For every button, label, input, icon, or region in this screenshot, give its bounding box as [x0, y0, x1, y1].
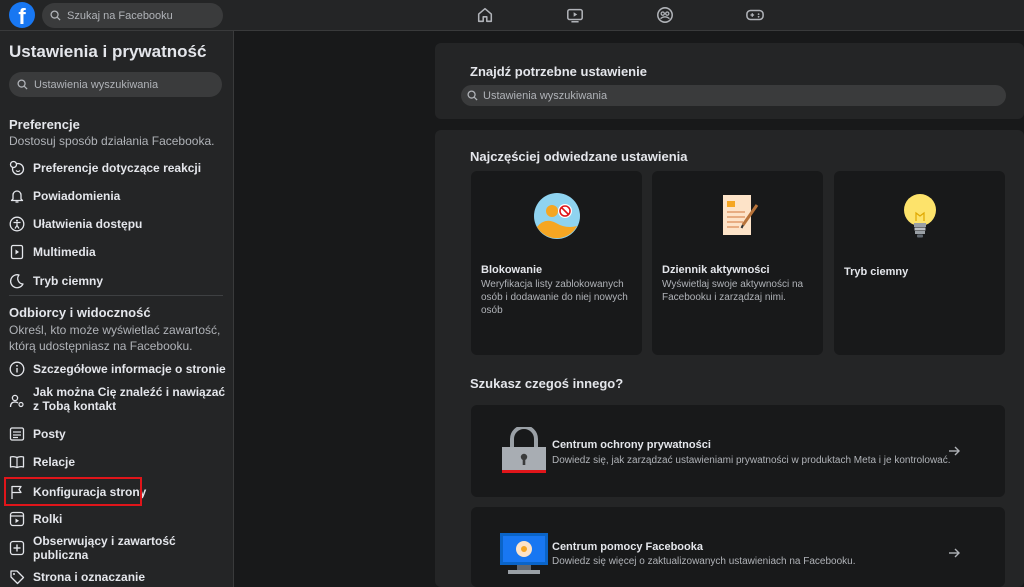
- sidebar-item-followers[interactable]: Obserwujący i zawartość publiczna: [5, 534, 227, 562]
- help-monitor-icon: [498, 531, 550, 579]
- top-search-input[interactable]: [67, 9, 207, 22]
- sidebar-item-reels[interactable]: Rolki: [5, 509, 227, 529]
- tag-icon: [9, 569, 25, 585]
- row-description: Dowiedz się, jak zarządzać ustawieniami …: [552, 455, 951, 466]
- accessibility-icon: [9, 216, 25, 232]
- search-icon: [467, 90, 478, 101]
- tile-title: Tryb ciemny: [844, 266, 909, 278]
- help-center-row[interactable]: Centrum pomocy Facebooka Dowiedz się wię…: [471, 507, 1005, 587]
- sidebar-item-page-info[interactable]: Szczegółowe informacje o stronie: [5, 359, 227, 379]
- top-bar: f: [0, 0, 1024, 31]
- audience-description: Określ, kto może wyświetlać zawartość, k…: [9, 323, 221, 353]
- followers-icon: [9, 540, 25, 556]
- sidebar-item-label: Strona i oznaczanie: [33, 570, 146, 584]
- moon-icon: [9, 273, 25, 289]
- main-search-input[interactable]: [483, 89, 983, 102]
- main-search-box[interactable]: [461, 85, 1006, 106]
- find-contact-icon: [9, 393, 25, 409]
- video-icon[interactable]: [563, 4, 587, 26]
- sidebar-title: Ustawienia i prywatność: [9, 42, 207, 61]
- sidebar-item-label: Preferencje dotyczące reakcji: [33, 161, 202, 175]
- sidebar-item-label: Ułatwienia dostępu: [33, 217, 143, 231]
- sidebar-item-tagging[interactable]: Strona i oznaczanie: [5, 567, 227, 587]
- tile-dark-mode[interactable]: Tryb ciemny: [834, 171, 1005, 355]
- arrow-right-icon[interactable]: [947, 546, 961, 560]
- tile-description: Wyświetlaj swoje aktywności na Facebooku…: [662, 279, 804, 303]
- search-icon: [50, 10, 61, 21]
- posts-icon: [9, 426, 25, 442]
- arrow-right-icon[interactable]: [947, 444, 961, 458]
- privacy-center-row[interactable]: Centrum ochrony prywatności Dowiedz się,…: [471, 405, 1005, 497]
- sidebar-item-notifications[interactable]: Powiadomienia: [5, 186, 227, 206]
- reels-icon: [9, 511, 25, 527]
- stories-icon: [9, 454, 25, 470]
- row-title: Centrum ochrony prywatności: [552, 439, 711, 451]
- sidebar-search-input[interactable]: [34, 78, 214, 91]
- tile-title: Blokowanie: [481, 264, 543, 276]
- padlock-icon: [498, 425, 550, 475]
- find-setting-title: Znajdź potrzebne ustawienie: [470, 64, 647, 79]
- sidebar-item-label: Szczegółowe informacje o stronie: [33, 362, 226, 376]
- settings-sidebar: Ustawienia i prywatność Preferencje Dost…: [0, 31, 234, 587]
- sidebar-item-find-contact[interactable]: Jak można Cię znaleźć i nawiązać z Tobą …: [5, 385, 227, 417]
- sidebar-item-accessibility[interactable]: Ułatwienia dostępu: [5, 214, 227, 234]
- activity-log-icon: [713, 191, 763, 241]
- sidebar-item-stories[interactable]: Relacje: [5, 452, 227, 472]
- preferences-description: Dostosuj sposób działania Facebooka.: [9, 134, 215, 148]
- top-search-box[interactable]: [42, 3, 223, 28]
- find-setting-card: Znajdź potrzebne ustawienie: [435, 43, 1024, 119]
- sidebar-item-dark-mode[interactable]: Tryb ciemny: [5, 271, 227, 291]
- facebook-logo[interactable]: f: [9, 2, 35, 28]
- media-icon: [9, 244, 25, 260]
- sidebar-item-media[interactable]: Multimedia: [5, 242, 227, 262]
- tile-description: Weryfikacja listy zablokowanych osób i d…: [481, 279, 628, 316]
- sidebar-item-label: Relacje: [33, 455, 76, 469]
- search-icon: [17, 79, 28, 90]
- audience-heading: Odbiorcy i widoczność: [9, 305, 151, 320]
- row-title: Centrum pomocy Facebooka: [552, 541, 703, 553]
- frequent-settings-title: Najczęściej odwiedzane ustawienia: [470, 149, 688, 164]
- sidebar-item-label: Jak można Cię znaleźć i nawiązać z Tobą …: [33, 385, 226, 413]
- info-icon: [9, 361, 25, 377]
- tile-title: Dziennik aktywności: [662, 264, 770, 276]
- sidebar-item-reactions[interactable]: Preferencje dotyczące reakcji: [5, 158, 227, 178]
- looking-for-title: Szukasz czegoś innego?: [470, 376, 624, 391]
- sidebar-divider: [9, 295, 223, 296]
- lightbulb-icon: [895, 191, 945, 241]
- sidebar-item-posts[interactable]: Posty: [5, 424, 227, 444]
- sidebar-item-label: Multimedia: [33, 245, 96, 259]
- reactions-icon: [9, 160, 25, 176]
- sidebar-search-box[interactable]: [9, 72, 222, 97]
- highlight-box: [4, 477, 142, 506]
- sidebar-item-label: Tryb ciemny: [33, 274, 104, 288]
- row-description: Dowiedz się więcej o zaktualizowanych us…: [552, 556, 856, 567]
- sidebar-item-label: Rolki: [33, 512, 63, 526]
- preferences-heading: Preferencje: [9, 117, 80, 132]
- gaming-icon[interactable]: [743, 4, 767, 26]
- tile-activity-log[interactable]: Dziennik aktywności Wyświetlaj swoje akt…: [652, 171, 823, 355]
- sidebar-item-label: Powiadomienia: [33, 189, 121, 203]
- sidebar-item-label: Obserwujący i zawartość publiczna: [33, 534, 176, 562]
- bell-icon: [9, 188, 25, 204]
- blocked-user-icon: [532, 191, 582, 241]
- sidebar-item-label: Posty: [33, 427, 66, 441]
- tile-blocking[interactable]: Blokowanie Weryfikacja listy zablokowany…: [471, 171, 642, 355]
- home-icon[interactable]: [473, 4, 497, 26]
- groups-icon[interactable]: [653, 4, 677, 26]
